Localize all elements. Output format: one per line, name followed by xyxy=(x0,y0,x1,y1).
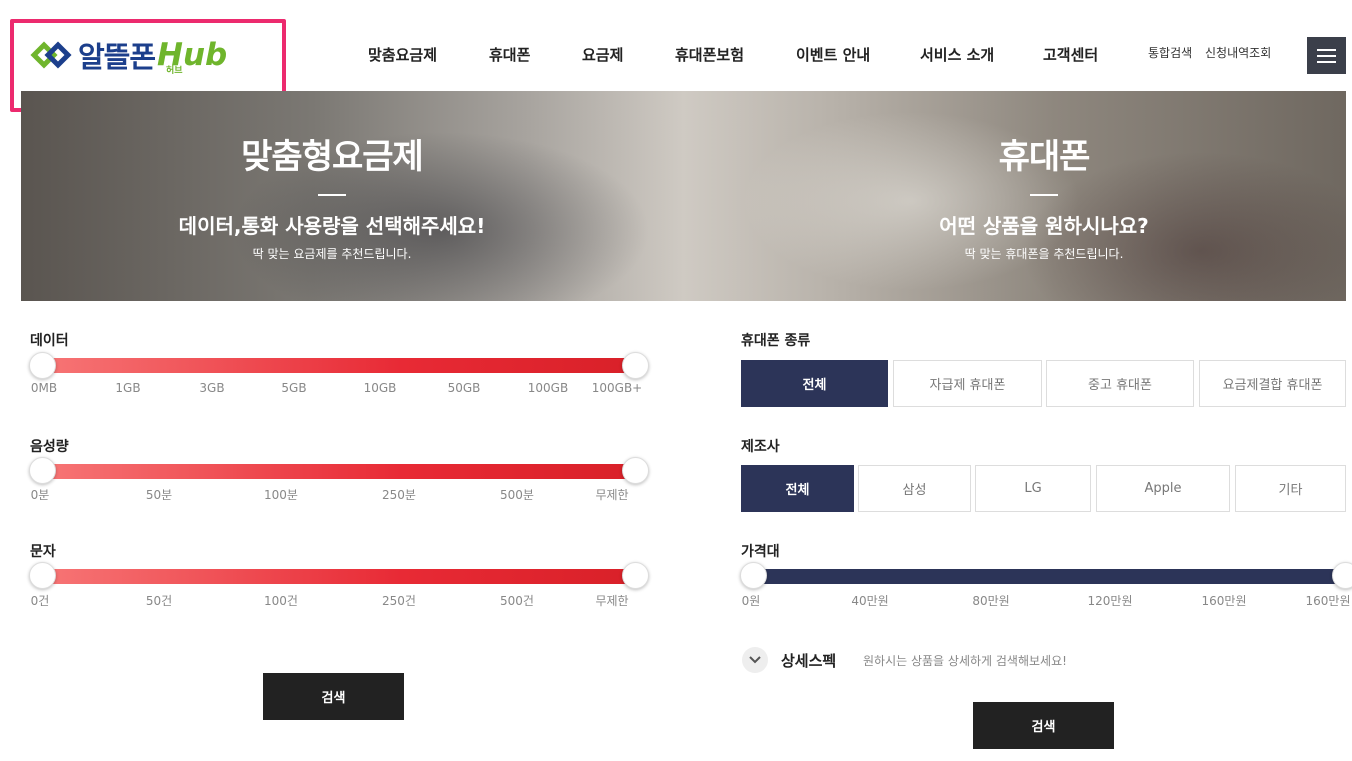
banner-divider xyxy=(318,194,346,196)
banner-phone-section: 휴대폰 어떤 상품을 원하시나요? 딱 맞는 휴대폰을 추천드립니다. xyxy=(744,91,1344,262)
banner-phone-subtitle: 어떤 상품을 원하시나요? xyxy=(939,214,1149,238)
data-tick-label: 50GB xyxy=(447,381,481,395)
nav-events[interactable]: 이벤트 안내 xyxy=(796,44,870,65)
sms-tick-label: 250건 xyxy=(382,594,416,608)
util-integrated-search[interactable]: 통합검색 xyxy=(1148,44,1192,61)
price-tick-label: 160만원 xyxy=(1201,594,1247,608)
nav-customer-center[interactable]: 고객센터 xyxy=(1043,44,1098,65)
logo-text: 알뜰폰 xyxy=(78,40,156,74)
maker-samsung-button[interactable]: 삼성 xyxy=(858,465,971,512)
data-tick-label: 10GB xyxy=(363,381,397,395)
nav-custom-plan[interactable]: 맞춤요금제 xyxy=(368,44,437,65)
price-tick-label: 120만원 xyxy=(1087,594,1133,608)
sms-tick-label: 0건 xyxy=(30,594,50,608)
data-tick-label: 3GB xyxy=(199,381,225,395)
banner-plan-title: 맞춤형요금제 xyxy=(241,137,424,177)
chevron-down-icon xyxy=(749,656,761,664)
sms-tick-label: 100건 xyxy=(264,594,298,608)
price-tick-label: 40만원 xyxy=(851,594,889,608)
price-tick-label: 80만원 xyxy=(972,594,1010,608)
voice-tick-label: 무제한 xyxy=(595,488,629,502)
phone-type-all-button[interactable]: 전체 xyxy=(741,360,888,407)
sms-slider-max-handle[interactable] xyxy=(622,562,649,589)
logo-mark-icon xyxy=(30,41,72,69)
price-slider-max-handle[interactable] xyxy=(1332,562,1352,589)
banner-plan-note: 딱 맞는 요금제를 추천드립니다. xyxy=(252,247,412,261)
detail-spec-toggle[interactable] xyxy=(742,647,768,673)
voice-slider-track[interactable] xyxy=(35,464,645,479)
maker-apple-button[interactable]: Apple xyxy=(1096,465,1230,512)
price-slider-track[interactable] xyxy=(748,569,1346,584)
voice-tick-label: 500분 xyxy=(500,488,534,502)
data-slider-max-handle[interactable] xyxy=(622,352,649,379)
data-tick-label: 0MB xyxy=(30,381,58,395)
nav-plan[interactable]: 요금제 xyxy=(582,44,623,65)
site-logo[interactable]: 알뜰폰 Hub xyxy=(30,30,227,80)
data-tick-label: 100GB+ xyxy=(591,381,643,395)
util-application-history[interactable]: 신청내역조회 xyxy=(1205,44,1271,61)
nav-service-intro[interactable]: 서비스 소개 xyxy=(920,44,994,65)
hamburger-icon-bar xyxy=(1317,61,1336,63)
banner-phone-note: 딱 맞는 휴대폰을 추천드립니다. xyxy=(964,247,1124,261)
banner-divider xyxy=(1030,194,1058,196)
voice-slider-min-handle[interactable] xyxy=(29,457,56,484)
maker-label: 제조사 xyxy=(741,439,780,455)
data-tick-label: 1GB xyxy=(115,381,141,395)
nav-phone-insurance[interactable]: 휴대폰보험 xyxy=(675,44,744,65)
phone-type-bundled-button[interactable]: 요금제결합 휴대폰 xyxy=(1199,360,1346,407)
sms-tick-label: 50건 xyxy=(145,594,173,608)
price-tick-label: 160만원 xyxy=(1305,594,1351,608)
phone-type-used-button[interactable]: 중고 휴대폰 xyxy=(1046,360,1194,407)
price-slider-label: 가격대 xyxy=(741,544,780,560)
page: 알뜰폰 Hub 허브 맞춤요금제 휴대폰 요금제 휴대폰보험 이벤트 안내 서비… xyxy=(0,0,1352,761)
maker-other-button[interactable]: 기타 xyxy=(1235,465,1346,512)
phone-type-unlocked-button[interactable]: 자급제 휴대폰 xyxy=(893,360,1042,407)
data-slider-min-handle[interactable] xyxy=(29,352,56,379)
detail-spec-description: 원하시는 상품을 상세하게 검색해보세요! xyxy=(863,654,1067,668)
banner-phone-title: 휴대폰 xyxy=(998,137,1091,177)
voice-tick-label: 250분 xyxy=(382,488,416,502)
price-tick-label: 0원 xyxy=(741,594,761,608)
data-slider-label: 데이터 xyxy=(30,333,69,349)
sms-tick-label: 500건 xyxy=(500,594,534,608)
maker-lg-button[interactable]: LG xyxy=(975,465,1091,512)
hamburger-icon-bar xyxy=(1317,55,1336,57)
hamburger-icon-bar xyxy=(1317,49,1336,51)
phone-search-button[interactable]: 검색 xyxy=(973,702,1114,749)
sms-slider-min-handle[interactable] xyxy=(29,562,56,589)
data-tick-label: 5GB xyxy=(281,381,307,395)
sms-slider-label: 문자 xyxy=(30,544,56,560)
hamburger-menu-button[interactable] xyxy=(1307,37,1346,74)
sms-slider-track[interactable] xyxy=(35,569,645,584)
logo-sub-text: 허브 xyxy=(166,66,183,76)
banner-plan-section: 맞춤형요금제 데이터,통화 사용량을 선택해주세요! 딱 맞는 요금제를 추천드… xyxy=(32,91,632,262)
data-tick-label: 100GB xyxy=(527,381,569,395)
nav-phone[interactable]: 휴대폰 xyxy=(489,44,530,65)
sms-tick-label: 무제한 xyxy=(595,594,629,608)
price-slider-min-handle[interactable] xyxy=(740,562,767,589)
voice-slider-max-handle[interactable] xyxy=(622,457,649,484)
plan-search-button[interactable]: 검색 xyxy=(263,673,404,720)
banner-plan-subtitle: 데이터,통화 사용량을 선택해주세요! xyxy=(178,214,486,238)
voice-tick-label: 50분 xyxy=(145,488,173,502)
voice-tick-label: 100분 xyxy=(264,488,298,502)
maker-all-button[interactable]: 전체 xyxy=(741,465,854,512)
voice-tick-label: 0분 xyxy=(30,488,50,502)
detail-spec-title[interactable]: 상세스펙 xyxy=(781,650,836,671)
phone-type-label: 휴대폰 종류 xyxy=(741,333,811,349)
voice-slider-label: 음성량 xyxy=(30,439,69,455)
hero-banner: 맞춤형요금제 데이터,통화 사용량을 선택해주세요! 딱 맞는 요금제를 추천드… xyxy=(21,91,1346,301)
data-slider-track[interactable] xyxy=(35,358,645,373)
